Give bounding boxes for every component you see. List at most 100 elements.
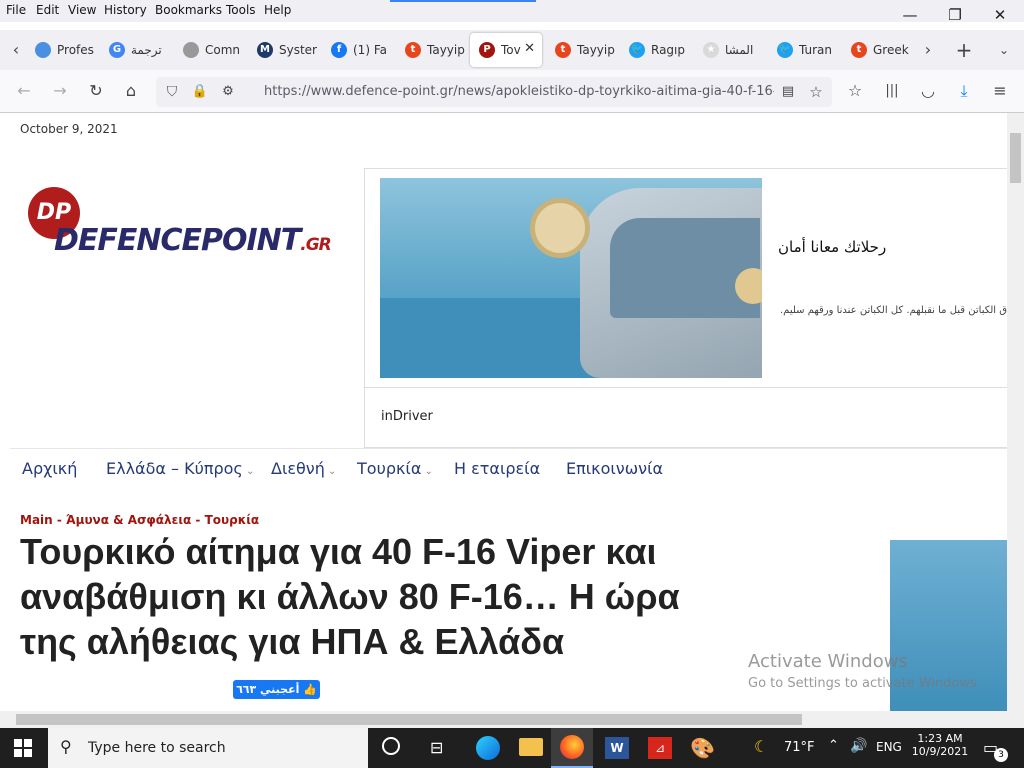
- library-icon[interactable]: |||: [880, 79, 904, 103]
- breadcrumb-separator: -: [191, 513, 205, 527]
- maximize-icon[interactable]: ❐: [933, 0, 977, 30]
- tab-loading-indicator: [390, 0, 536, 2]
- ad-title[interactable]: رحلاتك معانا أمان: [778, 238, 886, 256]
- bookmark-star-icon[interactable]: ☆: [804, 80, 828, 104]
- chevron-down-icon: ⌄: [242, 466, 255, 477]
- task-view-icon[interactable]: ⊟: [430, 738, 443, 757]
- like-count: أعجبني ٦٦٣: [236, 683, 300, 696]
- tab-favicon-icon: t: [851, 42, 867, 58]
- menu-history[interactable]: History: [104, 3, 147, 17]
- breadcrumb: Main - Άμυνα & Ασφάλεια - Τουρκία: [20, 509, 259, 528]
- ad-body: ق الكباتن قبل ما نقبلهم. كل الكباتن عندن…: [779, 305, 1007, 316]
- reload-icon[interactable]: ↻: [84, 79, 108, 103]
- nav-greece-cyprus-label: Ελλάδα – Κύπρος: [106, 459, 243, 478]
- headline-line: αναβάθμιση κι άλλων 80 F-16… Η ώρα: [20, 576, 680, 617]
- nav-turkey[interactable]: Τουρκία ⌄: [357, 459, 433, 478]
- activation-watermark-subtitle: Go to Settings to activate Windows.: [748, 676, 981, 691]
- tab-favicon-icon: M: [257, 42, 273, 58]
- close-window-icon[interactable]: ✕: [978, 0, 1022, 30]
- pocket-save-icon[interactable]: ☆: [843, 79, 867, 103]
- permissions-icon[interactable]: ⚙: [216, 80, 240, 104]
- minimize-icon[interactable]: —: [888, 0, 932, 30]
- menu-edit[interactable]: Edit: [36, 3, 59, 17]
- windows-start-icon[interactable]: [14, 739, 32, 757]
- chevron-down-icon: ⌄: [421, 466, 433, 477]
- downloads-icon[interactable]: ⤓: [952, 79, 976, 103]
- app-menu-icon[interactable]: ≡: [988, 79, 1012, 103]
- nav-company[interactable]: Η εταιρεία: [454, 459, 540, 478]
- site-logo[interactable]: DP DEFENCEPOINT.GR: [28, 187, 358, 267]
- tab-4[interactable]: f (1) Fa: [322, 33, 392, 67]
- breadcrumb-defence[interactable]: Άμυνα & Ασφάλεια: [66, 513, 191, 527]
- url-text[interactable]: https://www.defence-point.gr/news/apokle…: [264, 84, 774, 99]
- search-icon: ⚲: [60, 737, 72, 756]
- tab-5[interactable]: t Tayyip: [396, 33, 466, 67]
- tab-favicon-icon: 🐦: [777, 42, 793, 58]
- tray-overflow-icon[interactable]: ⌃: [828, 738, 839, 753]
- close-tab-icon[interactable]: ✕: [524, 41, 535, 56]
- cortana-icon[interactable]: [382, 737, 400, 755]
- vertical-scroll-thumb[interactable]: [1010, 133, 1021, 183]
- nav-international[interactable]: Διεθνή ⌄: [271, 459, 336, 478]
- tab-6[interactable]: P Tov ✕: [470, 33, 542, 67]
- headline-line: Τουρκικό αίτημα για 40 F-16 Viper και: [20, 531, 657, 572]
- taskbar-search-box[interactable]: ⚲ Type here to search: [48, 728, 368, 768]
- language-indicator[interactable]: ENG: [876, 740, 902, 754]
- tab-title: المشا: [725, 43, 754, 57]
- tab-11[interactable]: t Greek: [842, 33, 912, 67]
- edge-icon[interactable]: [476, 736, 500, 760]
- tab-7[interactable]: t Tayyip: [546, 33, 616, 67]
- logo-name: DEFENCEPOINT: [54, 223, 301, 258]
- breadcrumb-main[interactable]: Main: [20, 513, 53, 527]
- back-icon[interactable]: ←: [12, 79, 36, 103]
- tab-2[interactable]: Comn: [174, 33, 244, 67]
- word-icon[interactable]: W: [605, 737, 629, 759]
- nav-greece-cyprus[interactable]: Ελλάδα – Κύπρος ⌄: [106, 459, 254, 478]
- menu-view[interactable]: View: [68, 3, 96, 17]
- menu-file[interactable]: File: [6, 3, 26, 17]
- menu-help[interactable]: Help: [264, 3, 291, 17]
- clock[interactable]: 1:23 AM 10/9/2021: [910, 732, 970, 758]
- weather-temperature[interactable]: 71°F: [784, 740, 815, 755]
- home-icon[interactable]: ⌂: [119, 79, 143, 103]
- tab-9[interactable]: ★ المشا: [694, 33, 764, 67]
- tab-10[interactable]: 🐦 Turan: [768, 33, 838, 67]
- tab-8[interactable]: 🐦 Ragıp: [620, 33, 690, 67]
- file-explorer-icon[interactable]: [519, 738, 543, 756]
- nav-home[interactable]: Αρχική: [22, 459, 77, 478]
- ad-image[interactable]: [380, 178, 762, 378]
- menu-bookmarks[interactable]: Bookmarks: [155, 3, 222, 17]
- tab-title: Greek: [873, 43, 909, 57]
- tabs-scroll-right-icon[interactable]: ›: [916, 38, 940, 62]
- tracking-shield-icon[interactable]: ⛉: [160, 80, 184, 104]
- url-bar[interactable]: ⛉ 🔒 ⚙ https://www.defence-point.gr/news/…: [156, 77, 832, 107]
- tab-title: Ragıp: [651, 43, 685, 57]
- acrobat-icon[interactable]: ⊿: [648, 737, 672, 759]
- volume-icon[interactable]: 🔊: [850, 738, 867, 754]
- paint-icon[interactable]: 🎨: [690, 736, 715, 760]
- ad-brand[interactable]: inDriver: [381, 409, 433, 424]
- vertical-scrollbar[interactable]: [1007, 113, 1024, 711]
- new-tab-icon[interactable]: +: [952, 38, 976, 62]
- breadcrumb-turkey[interactable]: Τουρκία: [205, 513, 260, 527]
- tab-1[interactable]: G ترجمة: [100, 33, 170, 67]
- chevron-down-icon: ⌄: [324, 466, 337, 477]
- list-tabs-icon[interactable]: ⌄: [992, 38, 1016, 62]
- tab-favicon-icon: 🐦: [629, 42, 645, 58]
- reader-view-icon[interactable]: ▤: [776, 80, 800, 104]
- windows-taskbar: ⚲ Type here to search ⊟ W ⊿ 🎨 ☾ 71°F ⌃ 🔊…: [0, 728, 1024, 768]
- tabs-scroll-left-icon[interactable]: ‹: [4, 38, 28, 62]
- horizontal-scrollbar[interactable]: [0, 711, 1024, 728]
- tab-0[interactable]: Profes: [26, 33, 96, 67]
- taskbar-firefox-active[interactable]: [551, 728, 593, 768]
- menu-tools[interactable]: Tools: [226, 3, 256, 17]
- forward-icon[interactable]: →: [48, 79, 72, 103]
- lock-icon[interactable]: 🔒: [188, 80, 212, 104]
- pocket-icon[interactable]: ◡: [916, 79, 940, 103]
- tab-3[interactable]: M Syster: [248, 33, 318, 67]
- tab-title: Turan: [799, 43, 833, 57]
- nav-contact[interactable]: Επικοινωνία: [566, 459, 663, 478]
- facebook-like-button[interactable]: 👍 أعجبني ٦٦٣: [233, 680, 320, 699]
- horizontal-scroll-thumb[interactable]: [16, 714, 802, 725]
- logo-tld: .GR: [300, 235, 332, 255]
